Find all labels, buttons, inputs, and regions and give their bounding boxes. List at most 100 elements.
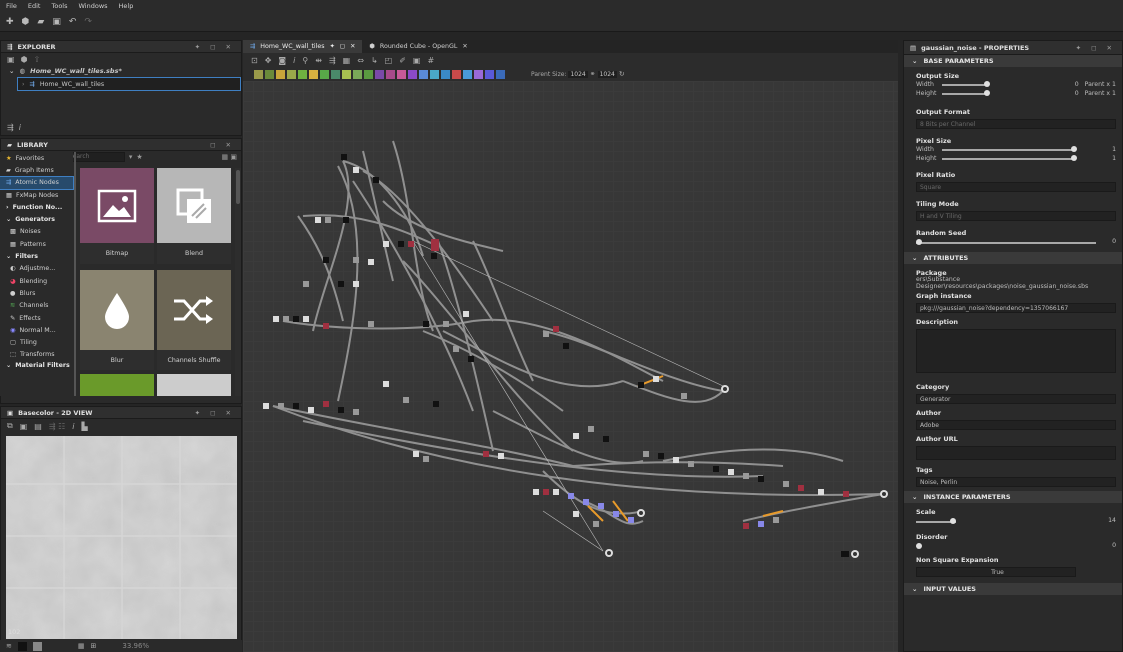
node-color-icon[interactable]: [496, 69, 505, 79]
node-color-icon[interactable]: [276, 69, 285, 79]
library-item-tiling[interactable]: ▢ Tiling: [0, 336, 73, 348]
filter-icon[interactable]: ▾: [129, 153, 133, 161]
node-color-icon[interactable]: [342, 69, 351, 79]
info-icon[interactable]: i: [293, 56, 295, 65]
library-item-favorites[interactable]: ★ Favorites: [0, 152, 73, 164]
export-icon[interactable]: ▤: [34, 422, 42, 431]
search-icon[interactable]: ⚲: [302, 56, 308, 65]
grid-icon[interactable]: ▦: [78, 642, 85, 650]
slider-knob[interactable]: [950, 518, 956, 524]
pixel-ratio-select[interactable]: Square: [916, 182, 1116, 192]
library-item-adjustments[interactable]: ◐ Adjustme...: [0, 263, 73, 275]
frame-icon[interactable]: ⊡: [251, 56, 258, 65]
library-item-channels[interactable]: ≋ Channels: [0, 300, 73, 312]
histogram-icon[interactable]: ▙: [82, 422, 88, 431]
panel-controls[interactable]: ✦ ◻ ✕: [195, 43, 235, 51]
node-color-icon[interactable]: [254, 69, 263, 79]
library-tile-channels-shuffle[interactable]: Channels Shuffle: [157, 270, 231, 370]
section-attributes[interactable]: ⌄ ATTRIBUTES: [904, 252, 1122, 264]
node-color-icon[interactable]: [309, 69, 318, 79]
slider-knob[interactable]: [984, 81, 990, 87]
new-icon[interactable]: ▣: [7, 55, 15, 64]
node-color-icon[interactable]: [419, 69, 428, 79]
slider-knob[interactable]: [1071, 155, 1077, 161]
move-icon[interactable]: ✥: [265, 56, 272, 65]
link-icon[interactable]: ⬢: [21, 55, 28, 64]
library-tile-partial[interactable]: [157, 374, 231, 396]
tiling-mode-select[interactable]: H and V Tiling: [916, 211, 1116, 221]
brush-icon[interactable]: ✐: [399, 56, 406, 65]
parent-size-select[interactable]: 1024: [568, 70, 588, 78]
library-splitter[interactable]: [74, 152, 76, 396]
graph-icon[interactable]: ⇶: [329, 56, 336, 65]
library-item-patterns[interactable]: ▦ Patterns: [0, 238, 73, 250]
library-item-normal-map[interactable]: ◉ Normal M...: [0, 324, 73, 336]
library-item-filters[interactable]: ⌄ Filters: [0, 250, 73, 262]
camera-icon[interactable]: ◙: [278, 56, 286, 65]
slider-knob[interactable]: [984, 90, 990, 96]
section-input-values[interactable]: ⌄ INPUT VALUES: [904, 583, 1122, 595]
library-tile-blur[interactable]: Blur: [80, 270, 154, 370]
channel-icon[interactable]: ⇶ ☷: [49, 422, 65, 431]
output-format-select[interactable]: 8 Bits per Channel: [916, 119, 1116, 129]
explorer-package-row[interactable]: ⌄ ◍ Home_WC_wall_tiles.sbs*: [1, 65, 241, 77]
fit-icon[interactable]: ⇔: [357, 56, 364, 65]
menu-edit[interactable]: Edit: [28, 2, 41, 10]
copy-icon[interactable]: ⧉: [7, 421, 13, 431]
menu-help[interactable]: Help: [119, 2, 134, 10]
tab-rounded-cube[interactable]: ⬢ Rounded Cube - OpenGL ✕: [362, 40, 474, 53]
menu-windows[interactable]: Windows: [79, 2, 108, 10]
chevron-right-icon[interactable]: ›: [22, 81, 25, 88]
library-scrollbar[interactable]: [235, 168, 241, 396]
slider-knob[interactable]: [1071, 146, 1077, 152]
texture-preview[interactable]: [6, 436, 237, 639]
library-item-atomic-nodes[interactable]: ⇶ Atomic Nodes: [0, 175, 74, 190]
height-slider[interactable]: [942, 90, 990, 96]
align-icon[interactable]: ⇹: [315, 56, 322, 65]
menu-file[interactable]: File: [6, 2, 17, 10]
library-tile-partial[interactable]: [80, 374, 154, 396]
save-icon[interactable]: ▣: [20, 422, 28, 431]
pixel-height-slider[interactable]: [942, 155, 1077, 161]
node-color-icon[interactable]: [452, 69, 461, 79]
section-base-parameters[interactable]: ⌄ BASE PARAMETERS: [904, 55, 1122, 67]
library-tile-blend[interactable]: Blend: [157, 168, 231, 264]
node-color-icon[interactable]: [353, 69, 362, 79]
node-graph[interactable]: [243, 81, 898, 652]
hash-icon[interactable]: #: [427, 56, 434, 65]
section-instance-parameters[interactable]: ⌄ INSTANCE PARAMETERS: [904, 491, 1122, 503]
star-filter-icon[interactable]: ★: [136, 153, 142, 161]
panel-controls[interactable]: ◻ ✕: [210, 141, 235, 149]
library-item-graph-items[interactable]: ▰ Graph Items: [0, 164, 73, 176]
node-color-icon[interactable]: [397, 69, 406, 79]
layers-icon[interactable]: ≋: [6, 642, 12, 650]
library-tile-bitmap[interactable]: Bitmap: [80, 168, 154, 264]
node-color-icon[interactable]: [375, 69, 384, 79]
node-color-icon[interactable]: [386, 69, 395, 79]
tile-icon[interactable]: ⊞: [91, 642, 97, 650]
undo-icon[interactable]: ↶: [69, 17, 77, 27]
new-package-icon[interactable]: ✚: [6, 17, 14, 27]
width-slider[interactable]: [942, 81, 990, 87]
view-mode-icon[interactable]: ▦ ▣: [222, 153, 237, 161]
tab-home-wc-wall-tiles[interactable]: ⇶ Home_WC_wall_tiles ✦ ◻ ✕: [243, 40, 363, 53]
library-item-transforms[interactable]: ⬚ Transforms: [0, 349, 73, 361]
library-item-noises[interactable]: ▩ Noises: [0, 226, 73, 238]
slider-knob[interactable]: [916, 543, 922, 549]
pin-icon[interactable]: ✦: [330, 43, 335, 50]
node-color-icon[interactable]: [408, 69, 417, 79]
library-item-material-filters[interactable]: ⌄ Material Filters: [0, 361, 73, 369]
open-icon[interactable]: ⬢: [22, 17, 30, 27]
panel-controls[interactable]: ✦ ◻ ✕: [195, 409, 235, 417]
author-field[interactable]: Adobe: [916, 420, 1116, 430]
library-item-effects[interactable]: ✎ Effects: [0, 312, 73, 324]
link-icon[interactable]: ↳: [371, 56, 378, 65]
info-icon[interactable]: i: [72, 422, 74, 431]
grid-icon[interactable]: ▦: [343, 56, 351, 65]
folder-icon[interactable]: ▰: [37, 17, 44, 27]
library-item-fxmap-nodes[interactable]: ▦ FxMap Nodes: [0, 189, 73, 201]
scale-slider[interactable]: [916, 518, 956, 524]
node-color-icon[interactable]: [441, 69, 450, 79]
library-item-blurs[interactable]: ● Blurs: [0, 287, 73, 299]
up-icon[interactable]: ⇧: [34, 55, 41, 64]
